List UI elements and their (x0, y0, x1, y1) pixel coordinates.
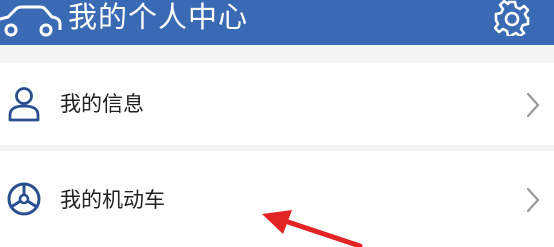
car-icon (0, 5, 62, 37)
chevron-right-icon (526, 187, 540, 213)
menu-item-label: 我的信息 (60, 92, 144, 116)
gear-icon[interactable] (494, 0, 530, 36)
menu-item-label: 我的机动车 (60, 188, 165, 212)
user-icon (8, 87, 40, 122)
page-title: 我的个人中心 (68, 0, 249, 34)
steering-wheel-icon (7, 182, 41, 216)
menu-item-my-info[interactable]: 我的信息 (0, 63, 554, 145)
header-bar: 我的个人中心 (0, 0, 554, 45)
menu-item-my-vehicles[interactable]: 我的机动车 (0, 151, 554, 247)
chevron-right-icon (526, 92, 540, 118)
